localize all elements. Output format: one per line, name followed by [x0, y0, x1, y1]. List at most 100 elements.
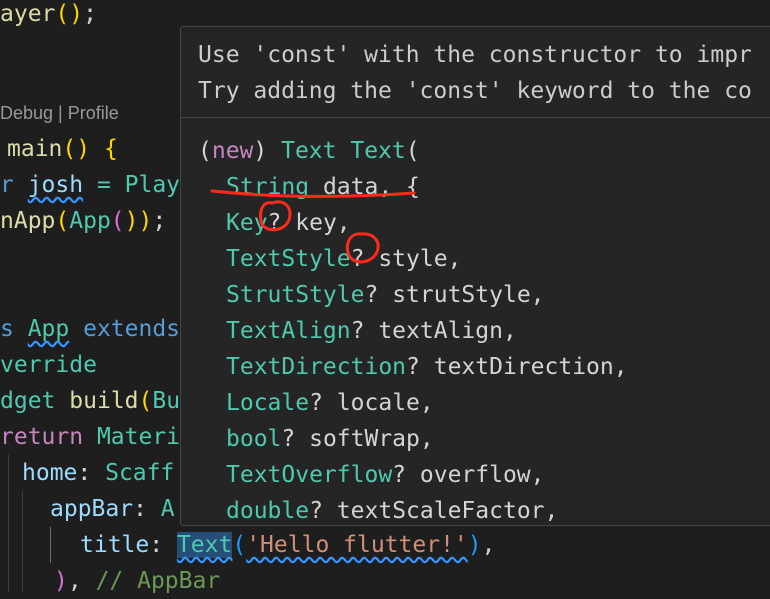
nullable-marker: ? — [267, 210, 282, 236]
param-name: locale, — [322, 390, 434, 416]
nullable-marker: ? — [364, 282, 379, 308]
param-name: softWrap, — [295, 426, 434, 452]
nullable-marker: ? — [350, 318, 365, 344]
signature-param: TextStyle? style, — [198, 241, 628, 277]
code-token: , — [67, 568, 96, 594]
code-line[interactable]: ), // AppBar — [54, 563, 220, 599]
code-token: ( — [62, 136, 77, 162]
signature-header: (new) Text Text( — [198, 133, 628, 169]
signature-param: TextDirection? textDirection, — [198, 349, 628, 385]
sig-token: ( — [198, 138, 212, 164]
nullable-marker: ? — [392, 462, 407, 488]
code-line[interactable]: nApp(App()); — [0, 203, 166, 239]
code-token: Bu — [152, 388, 181, 414]
param-name: data, { — [309, 174, 420, 200]
code-token: )) — [124, 208, 153, 234]
nullable-marker: ? — [281, 426, 296, 452]
code-line[interactable]: home: Scaff — [22, 455, 174, 491]
code-token: Scaff — [105, 460, 175, 486]
code-line[interactable]: s App extends — [0, 311, 180, 347]
nullable-marker: ? — [309, 498, 323, 524]
code-token: home — [22, 460, 78, 486]
param-type: TextAlign — [226, 318, 351, 344]
code-token: ( — [138, 388, 153, 414]
code-token: dget — [0, 388, 70, 414]
code-line[interactable]: r josh = Play — [0, 167, 180, 203]
constructor-signature: (new) Text Text( String data, {Key? key,… — [198, 133, 628, 525]
sig-token: ) — [253, 138, 282, 164]
code-token: ; — [83, 1, 97, 27]
code-line[interactable]: return Materi — [0, 419, 180, 455]
param-type: Locale — [226, 390, 310, 416]
signature-param: bool? softWrap, — [198, 421, 628, 457]
code-token: Materi — [96, 424, 181, 450]
param-name: textScaleFactor, — [322, 498, 559, 524]
indent-guide — [22, 491, 23, 592]
code-token: = Play — [83, 172, 181, 198]
code-token: title — [80, 532, 150, 558]
signature-param: String data, { — [198, 169, 628, 205]
lint-message: Use 'const' with the constructor to impr… — [198, 37, 752, 109]
param-type: double — [226, 498, 310, 524]
code-token: : — [149, 532, 177, 558]
signature-param: Key? key, — [198, 205, 628, 241]
param-type: TextOverflow — [226, 462, 393, 488]
code-token: verride — [0, 352, 97, 378]
code-token: build — [69, 388, 139, 414]
nullable-marker: ? — [350, 246, 365, 272]
signature-param: TextOverflow? overflow, — [198, 457, 628, 493]
code-token: appBar — [50, 496, 134, 522]
code-token: ) — [54, 568, 68, 594]
sig-token: Text — [281, 138, 337, 164]
code-comment: // AppBar — [95, 568, 221, 594]
code-token: { — [90, 136, 118, 162]
sig-token — [337, 138, 351, 164]
code-token: ; — [152, 208, 167, 234]
param-name: overflow, — [406, 462, 545, 488]
code-token: App — [69, 208, 111, 234]
code-line[interactable]: title: Text('Hello flutter!'), — [80, 527, 495, 563]
param-name: strutStyle, — [378, 282, 545, 308]
param-type: String — [226, 174, 310, 200]
code-line[interactable]: ayer(); — [0, 0, 97, 32]
indent-guide — [8, 455, 9, 592]
nullable-marker: ? — [309, 390, 323, 416]
param-type: TextStyle — [226, 246, 351, 272]
code-token: ) — [76, 136, 91, 162]
lint-message-line: Try adding the 'const' keyword to the co — [198, 78, 752, 104]
param-type: StrutStyle — [226, 282, 365, 308]
param-name: textDirection, — [419, 354, 628, 380]
sig-token: new — [211, 138, 254, 164]
param-name: textAlign, — [364, 318, 517, 344]
code-line[interactable]: dget build(Bu — [0, 383, 180, 419]
param-name: style, — [364, 246, 462, 272]
code-line[interactable]: main() { — [0, 131, 118, 167]
code-token: , — [481, 532, 496, 558]
codelens-debug-profile[interactable]: Debug | Profile — [0, 103, 119, 124]
code-token: App — [27, 316, 70, 342]
hovered-text-token[interactable]: Text — [176, 532, 233, 558]
code-token: ) — [69, 1, 84, 27]
code-token: main — [7, 136, 63, 162]
tooltip-divider — [181, 117, 770, 118]
code-token: r — [0, 172, 28, 198]
code-line[interactable]: appBar: A — [50, 491, 175, 527]
signature-param: StrutStyle? strutStyle, — [198, 277, 628, 313]
param-type: bool — [226, 426, 282, 452]
param-name: key, — [281, 210, 351, 236]
code-token: ( — [55, 1, 70, 27]
param-type: TextDirection — [226, 354, 407, 380]
code-line[interactable]: verride — [0, 347, 97, 383]
signature-param: TextAlign? textAlign, — [198, 313, 628, 349]
signature-param: Locale? locale, — [198, 385, 628, 421]
code-token: A — [160, 496, 175, 522]
code-token: 'Hello flutter!' — [246, 532, 468, 558]
code-token: ) — [467, 532, 482, 558]
code-token: ( — [110, 208, 125, 234]
signature-param: double? textScaleFactor, — [198, 493, 628, 525]
code-token: ( — [232, 532, 247, 558]
nullable-marker: ? — [406, 354, 420, 380]
param-type: Key — [226, 210, 268, 236]
code-token: : — [77, 460, 106, 486]
hover-tooltip[interactable]: Use 'const' with the constructor to impr… — [180, 26, 770, 526]
